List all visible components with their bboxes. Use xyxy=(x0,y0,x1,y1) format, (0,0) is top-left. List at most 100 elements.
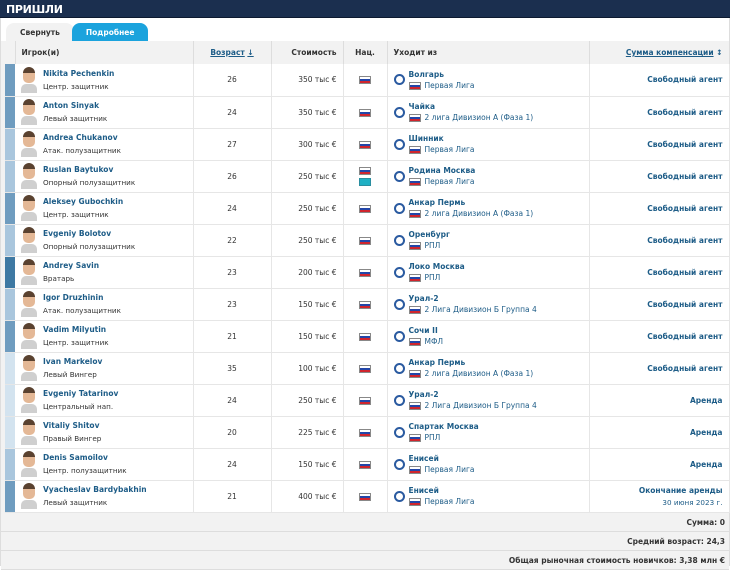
player-name-link[interactable]: Andrey Savin xyxy=(43,261,99,270)
club-crest-icon[interactable] xyxy=(393,458,405,470)
player-photo[interactable] xyxy=(21,131,37,157)
sort-age-link[interactable]: Возраст xyxy=(210,48,244,57)
league-link[interactable]: 2 Лига Дивизион Б Группа 4 xyxy=(408,305,537,314)
league-link[interactable]: 2 лига Дивизион А (Фаза 1) xyxy=(408,113,534,122)
fee-cell[interactable]: Свободный агент xyxy=(589,96,730,129)
player-name-link[interactable]: Igor Druzhinin xyxy=(43,293,121,302)
club-crest-icon[interactable] xyxy=(393,234,405,246)
fee-link[interactable]: Свободный агент xyxy=(647,364,722,373)
fee-cell[interactable]: Аренда xyxy=(589,416,730,449)
player-name-link[interactable]: Ruslan Baytukov xyxy=(43,165,135,174)
league-name[interactable]: РПЛ xyxy=(425,433,441,442)
player-photo[interactable] xyxy=(21,99,37,125)
club-crest-icon[interactable] xyxy=(393,106,405,118)
fee-link[interactable]: Свободный агент xyxy=(647,172,722,181)
league-link[interactable]: РПЛ xyxy=(408,273,441,282)
player-photo[interactable] xyxy=(21,419,37,445)
fee-link[interactable]: Свободный агент xyxy=(647,268,722,277)
sort-arrow-icon[interactable]: ↓ xyxy=(247,48,253,57)
player-name-link[interactable]: Vitaliy Shitov xyxy=(43,421,101,430)
tab-collapse[interactable]: Свернуть xyxy=(6,23,74,41)
league-link[interactable]: Первая Лига xyxy=(408,145,475,154)
club-link[interactable]: Урал-2 xyxy=(409,294,537,303)
player-name-link[interactable]: Vadim Milyutin xyxy=(43,325,109,334)
fee-cell[interactable]: Аренда xyxy=(589,384,730,417)
fee-link[interactable]: Свободный агент xyxy=(647,332,722,341)
fee-cell[interactable]: Свободный агент xyxy=(589,256,730,289)
player-photo[interactable] xyxy=(21,323,37,349)
club-link[interactable]: Спартак Москва xyxy=(409,422,479,431)
club-crest-icon[interactable] xyxy=(393,394,405,406)
fee-link[interactable]: Окончание аренды xyxy=(639,486,723,495)
club-crest-icon[interactable] xyxy=(393,362,405,374)
fee-link[interactable]: Свободный агент xyxy=(647,236,722,245)
fee-cell[interactable]: Свободный агент xyxy=(589,160,730,193)
header-age[interactable]: Возраст ↓ xyxy=(193,41,272,64)
player-name-link[interactable]: Evgeniy Tatarinov xyxy=(43,389,118,398)
fee-cell[interactable]: Свободный агент xyxy=(589,224,730,257)
fee-cell[interactable]: Аренда xyxy=(589,448,730,481)
fee-cell[interactable]: Свободный агент xyxy=(589,320,730,353)
league-name[interactable]: 2 Лига Дивизион Б Группа 4 xyxy=(425,305,537,314)
player-name-link[interactable]: Aleksey Gubochkin xyxy=(43,197,123,206)
fee-cell[interactable]: Свободный агент xyxy=(589,128,730,161)
player-name-link[interactable]: Anton Sinyak xyxy=(43,101,107,110)
league-name[interactable]: Первая Лига xyxy=(425,497,475,506)
club-link[interactable]: Шинник xyxy=(409,134,475,143)
player-photo[interactable] xyxy=(21,355,37,381)
club-crest-icon[interactable] xyxy=(393,330,405,342)
player-photo[interactable] xyxy=(21,227,37,253)
league-link[interactable]: Первая Лига xyxy=(408,81,475,90)
league-name[interactable]: 2 лига Дивизион А (Фаза 1) xyxy=(425,113,534,122)
player-name-link[interactable]: Nikita Pechenkin xyxy=(43,69,114,78)
league-name[interactable]: Первая Лига xyxy=(425,81,475,90)
club-crest-icon[interactable] xyxy=(393,202,405,214)
league-link[interactable]: РПЛ xyxy=(408,241,440,250)
club-link[interactable]: Сочи II xyxy=(409,326,444,335)
club-crest-icon[interactable] xyxy=(393,426,405,438)
club-link[interactable]: Енисей xyxy=(409,454,475,463)
fee-cell[interactable]: Свободный агент xyxy=(589,288,730,321)
league-name[interactable]: РПЛ xyxy=(425,273,441,282)
player-name-link[interactable]: Evgeniy Bolotov xyxy=(43,229,135,238)
fee-link[interactable]: Свободный агент xyxy=(647,108,722,117)
player-photo[interactable] xyxy=(21,195,37,221)
fee-link[interactable]: Свободный агент xyxy=(647,140,722,149)
club-link[interactable]: Анкар Пермь xyxy=(409,198,534,207)
fee-cell[interactable]: Свободный агент xyxy=(589,352,730,385)
player-photo[interactable] xyxy=(21,451,37,477)
club-crest-icon[interactable] xyxy=(393,138,405,150)
club-crest-icon[interactable] xyxy=(393,490,405,502)
club-crest-icon[interactable] xyxy=(393,74,405,86)
league-link[interactable]: МФЛ xyxy=(408,337,444,346)
fee-cell[interactable]: Окончание аренды 30 июня 2023 г. xyxy=(589,480,730,513)
league-link[interactable]: РПЛ xyxy=(408,433,441,442)
player-photo[interactable] xyxy=(21,387,37,413)
club-link[interactable]: Локо Москва xyxy=(409,262,465,271)
club-link[interactable]: Волгарь xyxy=(409,70,475,79)
fee-cell[interactable]: Свободный агент xyxy=(589,192,730,225)
league-link[interactable]: Первая Лига xyxy=(408,497,475,506)
club-link[interactable]: Енисей xyxy=(409,486,475,495)
player-name-link[interactable]: Vyacheslav Bardybakhin xyxy=(43,485,147,494)
club-link[interactable]: Родина Москва xyxy=(409,166,476,175)
club-link[interactable]: Урал-2 xyxy=(409,390,537,399)
league-name[interactable]: 2 лига Дивизион А (Фаза 1) xyxy=(425,209,534,218)
fee-link[interactable]: Свободный агент xyxy=(647,300,722,309)
player-photo[interactable] xyxy=(21,163,37,189)
league-name[interactable]: 2 Лига Дивизион Б Группа 4 xyxy=(425,401,537,410)
club-crest-icon[interactable] xyxy=(393,298,405,310)
club-link[interactable]: Чайка xyxy=(409,102,534,111)
league-name[interactable]: Первая Лига xyxy=(425,177,475,186)
player-name-link[interactable]: Andrea Chukanov xyxy=(43,133,121,142)
player-photo[interactable] xyxy=(21,259,37,285)
league-name[interactable]: Первая Лига xyxy=(425,465,475,474)
league-name[interactable]: Первая Лига xyxy=(425,145,475,154)
club-crest-icon[interactable] xyxy=(393,266,405,278)
fee-cell[interactable]: Свободный агент xyxy=(589,64,730,97)
fee-link[interactable]: Аренда xyxy=(690,396,723,405)
player-name-link[interactable]: Denis Samoilov xyxy=(43,453,127,462)
player-photo[interactable] xyxy=(21,291,37,317)
league-name[interactable]: МФЛ xyxy=(425,337,444,346)
league-name[interactable]: 2 лига Дивизион А (Фаза 1) xyxy=(425,369,534,378)
